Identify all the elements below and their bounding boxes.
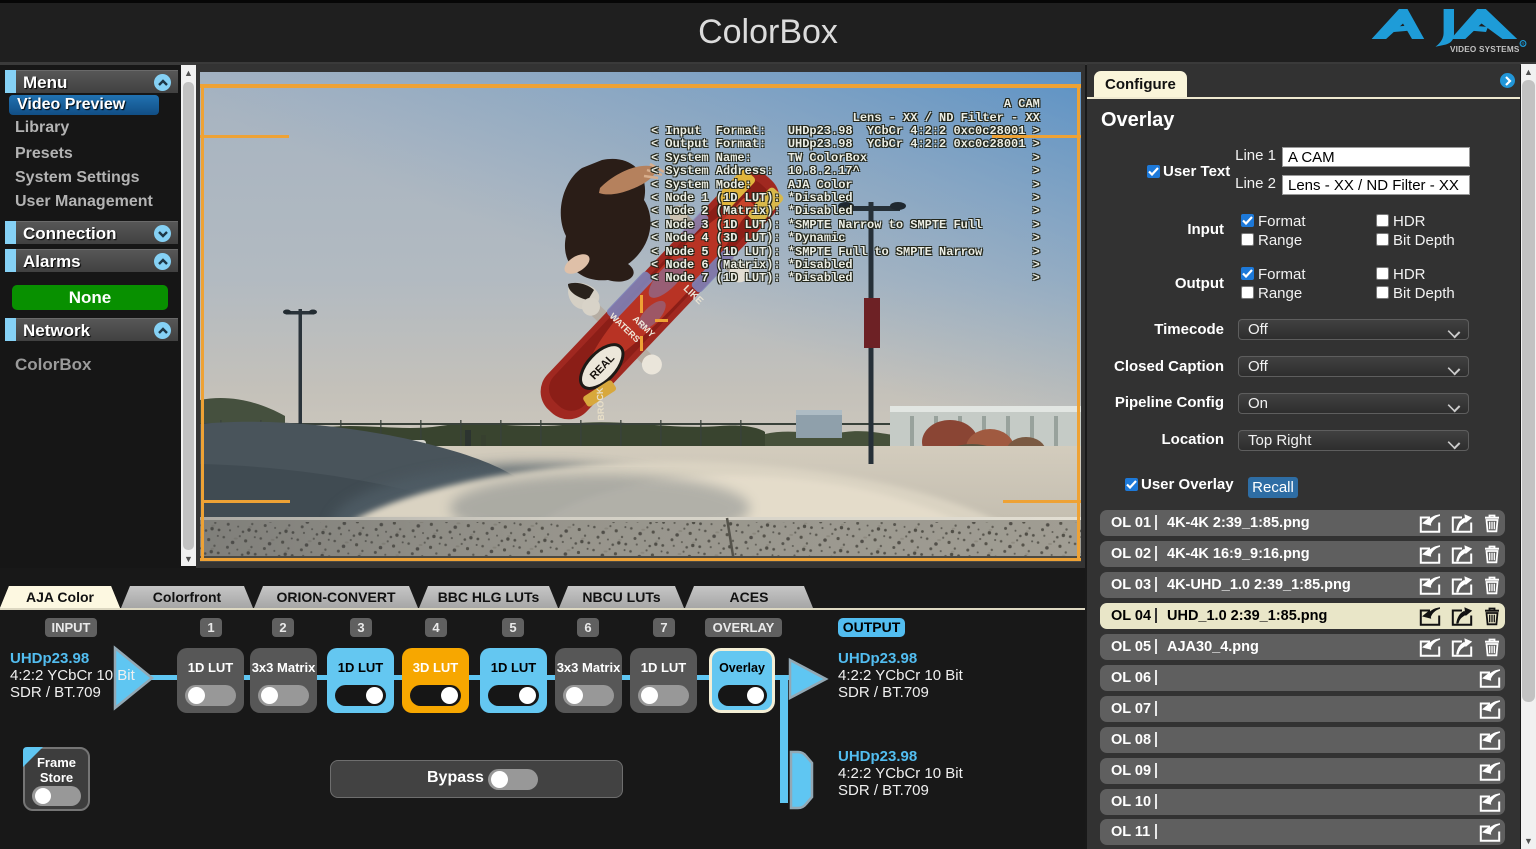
svg-text:VIDEO SYSTEMS: VIDEO SYSTEMS: [1450, 45, 1520, 54]
svg-text:BROCK: BROCK: [595, 387, 606, 421]
